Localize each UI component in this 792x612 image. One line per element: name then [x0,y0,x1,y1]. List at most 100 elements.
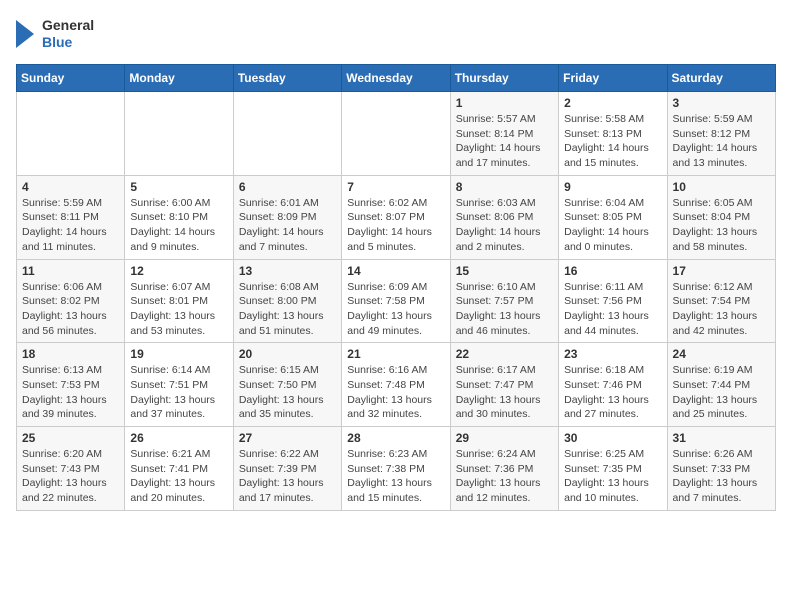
calendar-cell: 10 Sunrise: 6:05 AMSunset: 8:04 PMDayligh… [667,175,775,259]
day-number: 11 [22,264,119,278]
day-info: Sunrise: 6:09 AMSunset: 7:58 PMDaylight:… [347,280,444,339]
day-number: 24 [673,347,770,361]
calendar-cell: 2Sunrise: 5:58 AMSunset: 8:13 PMDaylight… [559,92,667,176]
day-number: 3 [673,96,770,110]
calendar-cell: 16 Sunrise: 6:11 AMSunset: 7:56 PMDayligh… [559,259,667,343]
day-number: 26 [130,431,227,445]
calendar-cell: 12 Sunrise: 6:07 AMSunset: 8:01 PMDayligh… [125,259,233,343]
day-number: 25 [22,431,119,445]
day-info: Sunrise: 6:22 AMSunset: 7:39 PMDaylight:… [239,447,336,506]
day-number: 13 [239,264,336,278]
weekday-header-friday: Friday [559,65,667,92]
calendar-cell: 5 Sunrise: 6:00 AMSunset: 8:10 PMDaylight… [125,175,233,259]
day-number: 7 [347,180,444,194]
day-number: 23 [564,347,661,361]
calendar-cell: 19Sunrise: 6:14 AMSunset: 7:51 PMDayligh… [125,343,233,427]
day-number: 27 [239,431,336,445]
day-info: Sunrise: 6:21 AMSunset: 7:41 PMDaylight:… [130,447,227,506]
calendar-week-1: 1Sunrise: 5:57 AMSunset: 8:14 PMDaylight… [17,92,776,176]
weekday-header-thursday: Thursday [450,65,558,92]
day-number: 20 [239,347,336,361]
calendar-week-5: 25 Sunrise: 6:20 AMSunset: 7:43 PMDayligh… [17,427,776,511]
day-info: Sunrise: 6:08 AMSunset: 8:00 PMDaylight:… [239,280,336,339]
calendar-cell: 21 Sunrise: 6:16 AMSunset: 7:48 PMDayligh… [342,343,450,427]
calendar-cell: 13 Sunrise: 6:08 AMSunset: 8:00 PMDayligh… [233,259,341,343]
day-info: Sunrise: 6:16 AMSunset: 7:48 PMDaylight:… [347,363,444,422]
day-number: 19 [130,347,227,361]
weekday-header-saturday: Saturday [667,65,775,92]
calendar-cell: 17 Sunrise: 6:12 AMSunset: 7:54 PMDayligh… [667,259,775,343]
day-number: 15 [456,264,553,278]
calendar-cell: 25 Sunrise: 6:20 AMSunset: 7:43 PMDayligh… [17,427,125,511]
day-info: Sunrise: 6:05 AMSunset: 8:04 PMDaylight:… [673,196,770,255]
day-info: Sunrise: 6:01 AMSunset: 8:09 PMDaylight:… [239,196,336,255]
logo-text-general: General [42,17,94,34]
day-number: 14 [347,264,444,278]
calendar-cell: 11 Sunrise: 6:06 AMSunset: 8:02 PMDayligh… [17,259,125,343]
day-info: Sunrise: 6:10 AMSunset: 7:57 PMDaylight:… [456,280,553,339]
calendar-cell [17,92,125,176]
day-number: 21 [347,347,444,361]
calendar-week-2: 4 Sunrise: 5:59 AMSunset: 8:11 PMDaylight… [17,175,776,259]
page-header: GeneralBlue [16,16,776,52]
weekday-header-sunday: Sunday [17,65,125,92]
calendar-cell: 15 Sunrise: 6:10 AMSunset: 7:57 PMDayligh… [450,259,558,343]
calendar-table: SundayMondayTuesdayWednesdayThursdayFrid… [16,64,776,511]
day-info: Sunrise: 6:20 AMSunset: 7:43 PMDaylight:… [22,447,119,506]
day-number: 2 [564,96,661,110]
day-info: Sunrise: 5:59 AMSunset: 8:12 PMDaylight:… [673,112,770,171]
calendar-cell: 14 Sunrise: 6:09 AMSunset: 7:58 PMDayligh… [342,259,450,343]
calendar-cell: 30 Sunrise: 6:25 AMSunset: 7:35 PMDayligh… [559,427,667,511]
day-info: Sunrise: 6:19 AMSunset: 7:44 PMDaylight:… [673,363,770,422]
day-info: Sunrise: 6:26 AMSunset: 7:33 PMDaylight:… [673,447,770,506]
calendar-cell: 28 Sunrise: 6:23 AMSunset: 7:38 PMDayligh… [342,427,450,511]
day-info: Sunrise: 6:07 AMSunset: 8:01 PMDaylight:… [130,280,227,339]
day-info: Sunrise: 6:12 AMSunset: 7:54 PMDaylight:… [673,280,770,339]
calendar-cell: 18Sunrise: 6:13 AMSunset: 7:53 PMDayligh… [17,343,125,427]
calendar-header: SundayMondayTuesdayWednesdayThursdayFrid… [17,65,776,92]
day-info: Sunrise: 5:57 AMSunset: 8:14 PMDaylight:… [456,112,553,171]
calendar-cell: 26 Sunrise: 6:21 AMSunset: 7:41 PMDayligh… [125,427,233,511]
day-number: 22 [456,347,553,361]
day-info: Sunrise: 6:11 AMSunset: 7:56 PMDaylight:… [564,280,661,339]
calendar-cell: 4 Sunrise: 5:59 AMSunset: 8:11 PMDaylight… [17,175,125,259]
calendar-week-3: 11 Sunrise: 6:06 AMSunset: 8:02 PMDayligh… [17,259,776,343]
day-number: 30 [564,431,661,445]
day-info: Sunrise: 5:59 AMSunset: 8:11 PMDaylight:… [22,196,119,255]
logo-icon [16,16,38,52]
logo-text-blue: Blue [42,34,94,51]
day-number: 6 [239,180,336,194]
day-number: 4 [22,180,119,194]
calendar-cell: 29 Sunrise: 6:24 AMSunset: 7:36 PMDayligh… [450,427,558,511]
calendar-cell: 9Sunrise: 6:04 AMSunset: 8:05 PMDaylight… [559,175,667,259]
calendar-cell: 6 Sunrise: 6:01 AMSunset: 8:09 PMDaylight… [233,175,341,259]
day-number: 5 [130,180,227,194]
calendar-cell: 24 Sunrise: 6:19 AMSunset: 7:44 PMDayligh… [667,343,775,427]
calendar-cell: 31Sunrise: 6:26 AMSunset: 7:33 PMDayligh… [667,427,775,511]
day-number: 16 [564,264,661,278]
day-number: 29 [456,431,553,445]
day-number: 10 [673,180,770,194]
day-info: Sunrise: 6:00 AMSunset: 8:10 PMDaylight:… [130,196,227,255]
calendar-cell: 7 Sunrise: 6:02 AMSunset: 8:07 PMDaylight… [342,175,450,259]
calendar-cell [342,92,450,176]
weekday-header-row: SundayMondayTuesdayWednesdayThursdayFrid… [17,65,776,92]
day-info: Sunrise: 6:13 AMSunset: 7:53 PMDaylight:… [22,363,119,422]
calendar-cell: 27 Sunrise: 6:22 AMSunset: 7:39 PMDayligh… [233,427,341,511]
calendar-cell: 22 Sunrise: 6:17 AMSunset: 7:47 PMDayligh… [450,343,558,427]
day-number: 12 [130,264,227,278]
calendar-cell [125,92,233,176]
day-number: 17 [673,264,770,278]
calendar-cell [233,92,341,176]
day-number: 28 [347,431,444,445]
day-info: Sunrise: 6:18 AMSunset: 7:46 PMDaylight:… [564,363,661,422]
day-info: Sunrise: 6:17 AMSunset: 7:47 PMDaylight:… [456,363,553,422]
day-info: Sunrise: 6:24 AMSunset: 7:36 PMDaylight:… [456,447,553,506]
day-info: Sunrise: 6:23 AMSunset: 7:38 PMDaylight:… [347,447,444,506]
day-info: Sunrise: 6:06 AMSunset: 8:02 PMDaylight:… [22,280,119,339]
day-info: Sunrise: 6:15 AMSunset: 7:50 PMDaylight:… [239,363,336,422]
day-info: Sunrise: 6:02 AMSunset: 8:07 PMDaylight:… [347,196,444,255]
weekday-header-tuesday: Tuesday [233,65,341,92]
weekday-header-wednesday: Wednesday [342,65,450,92]
day-info: Sunrise: 6:25 AMSunset: 7:35 PMDaylight:… [564,447,661,506]
